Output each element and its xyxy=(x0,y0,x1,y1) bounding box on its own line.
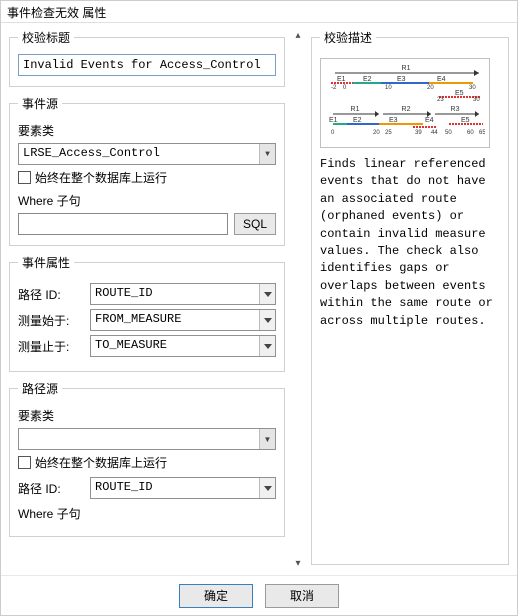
to-measure-label: 测量止于: xyxy=(18,338,90,355)
where-input[interactable] xyxy=(18,213,228,235)
legend-check-title: 校验标题 xyxy=(18,29,74,46)
dropdown-icon[interactable] xyxy=(259,478,275,498)
svg-text:E2: E2 xyxy=(363,76,372,83)
svg-text:R2: R2 xyxy=(402,106,411,113)
svg-text:23: 23 xyxy=(437,97,444,101)
svg-text:R1: R1 xyxy=(402,65,411,72)
svg-text:E1: E1 xyxy=(337,76,346,83)
svg-text:0: 0 xyxy=(331,130,335,136)
svg-text:65: 65 xyxy=(479,130,485,136)
to-measure-combo[interactable]: TO_MEASURE xyxy=(90,335,276,357)
diagram-bottom: R1 R2 R3 E1 E2 E3 E4 E5 xyxy=(327,104,485,144)
svg-text:E1: E1 xyxy=(329,117,338,124)
group-event-attributes: 事件属性 路径 ID: ROUTE_ID 测量始于: FROM_MEASUR xyxy=(9,254,285,372)
route-source-route-id-combo[interactable]: ROUTE_ID xyxy=(90,477,276,499)
scroll-up-icon[interactable]: ▴ xyxy=(291,29,305,43)
svg-text:E2: E2 xyxy=(353,117,362,124)
title-bar: 事件检查无效 属性 xyxy=(1,1,517,23)
where-label: Where 子句 xyxy=(18,192,276,209)
svg-text:E5: E5 xyxy=(461,117,470,124)
from-measure-combo[interactable]: FROM_MEASURE xyxy=(90,309,276,331)
svg-text:E5: E5 xyxy=(455,90,464,97)
to-measure-value: TO_MEASURE xyxy=(91,336,259,356)
cancel-button[interactable]: 取消 xyxy=(265,584,339,608)
legend-event-source: 事件源 xyxy=(18,95,62,112)
route-id-value: ROUTE_ID xyxy=(91,284,259,304)
group-description: 校验描述 R1 -2 0 10 20 30 E1 E2 E3 xyxy=(311,29,509,565)
ok-button[interactable]: 确定 xyxy=(179,584,253,608)
svg-text:E3: E3 xyxy=(389,117,398,124)
dialog-footer: 确定 取消 xyxy=(1,575,517,615)
svg-text:20: 20 xyxy=(427,85,434,91)
svg-text:20: 20 xyxy=(373,130,380,136)
route-id-label: 路径 ID: xyxy=(18,286,90,303)
scroll-column: ▴ ▾ xyxy=(289,23,307,575)
always-run-label: 始终在整个数据库上运行 xyxy=(35,169,167,186)
dialog-window: 事件检查无效 属性 校验标题 事件源 要素类 LRSE_Access_Contr… xyxy=(0,0,518,616)
svg-text:E4: E4 xyxy=(425,117,434,124)
group-check-title: 校验标题 xyxy=(9,29,285,87)
right-pane: 校验描述 R1 -2 0 10 20 30 E1 E2 E3 xyxy=(307,23,517,575)
route-source-route-id-label: 路径 ID: xyxy=(18,480,90,497)
description-diagram: R1 -2 0 10 20 30 E1 E2 E3 E4 xyxy=(320,58,490,148)
svg-text:30: 30 xyxy=(473,97,480,101)
dropdown-icon[interactable] xyxy=(259,336,275,356)
svg-text:E4: E4 xyxy=(437,76,446,83)
group-event-source: 事件源 要素类 LRSE_Access_Control ▼ 始终在整个数据库上运… xyxy=(9,95,285,246)
svg-text:10: 10 xyxy=(385,85,392,91)
route-element-class-value xyxy=(19,429,259,449)
svg-text:30: 30 xyxy=(469,85,476,91)
content-area: 校验标题 事件源 要素类 LRSE_Access_Control ▼ 始终在整个… xyxy=(1,23,517,575)
svg-text:44: 44 xyxy=(431,130,438,136)
scroll-down-icon[interactable]: ▾ xyxy=(291,557,305,571)
route-always-run-row[interactable]: 始终在整个数据库上运行 xyxy=(18,454,276,471)
check-title-input[interactable] xyxy=(18,54,276,76)
element-class-value: LRSE_Access_Control xyxy=(19,144,259,164)
svg-text:60: 60 xyxy=(467,130,474,136)
svg-text:E3: E3 xyxy=(397,76,406,83)
svg-text:0: 0 xyxy=(343,85,347,91)
left-pane: 校验标题 事件源 要素类 LRSE_Access_Control ▼ 始终在整个… xyxy=(1,23,289,575)
window-title: 事件检查无效 属性 xyxy=(7,6,106,20)
svg-text:R3: R3 xyxy=(451,106,460,113)
route-id-combo[interactable]: ROUTE_ID xyxy=(90,283,276,305)
svg-text:25: 25 xyxy=(385,130,392,136)
from-measure-value: FROM_MEASURE xyxy=(91,310,259,330)
element-class-label: 要素类 xyxy=(18,122,276,139)
description-text: Finds linear referenced events that do n… xyxy=(320,156,500,330)
always-run-checkbox[interactable] xyxy=(18,171,31,184)
svg-text:50: 50 xyxy=(445,130,452,136)
route-source-route-id-value: ROUTE_ID xyxy=(91,478,259,498)
dropdown-icon[interactable]: ▼ xyxy=(259,144,275,164)
element-class-combo[interactable]: LRSE_Access_Control ▼ xyxy=(18,143,276,165)
dropdown-icon[interactable]: ▼ xyxy=(259,429,275,449)
from-measure-label: 测量始于: xyxy=(18,312,90,329)
route-always-run-checkbox[interactable] xyxy=(18,456,31,469)
svg-text:-2: -2 xyxy=(331,85,337,91)
legend-event-attributes: 事件属性 xyxy=(18,254,74,271)
sql-button[interactable]: SQL xyxy=(234,213,276,235)
legend-description: 校验描述 xyxy=(320,29,376,46)
diagram-top: R1 -2 0 10 20 30 E1 E2 E3 E4 xyxy=(327,63,485,101)
dropdown-icon[interactable] xyxy=(259,310,275,330)
group-route-source: 路径源 要素类 ▼ 始终在整个数据库上运行 路径 ID: ROUTE_ID xyxy=(9,380,285,537)
route-where-label: Where 子句 xyxy=(18,505,276,522)
route-element-class-label: 要素类 xyxy=(18,407,276,424)
always-run-row[interactable]: 始终在整个数据库上运行 xyxy=(18,169,276,186)
dropdown-icon[interactable] xyxy=(259,284,275,304)
route-always-run-label: 始终在整个数据库上运行 xyxy=(35,454,167,471)
svg-text:R1: R1 xyxy=(351,106,360,113)
legend-route-source: 路径源 xyxy=(18,380,62,397)
svg-text:39: 39 xyxy=(415,130,422,136)
route-element-class-combo[interactable]: ▼ xyxy=(18,428,276,450)
